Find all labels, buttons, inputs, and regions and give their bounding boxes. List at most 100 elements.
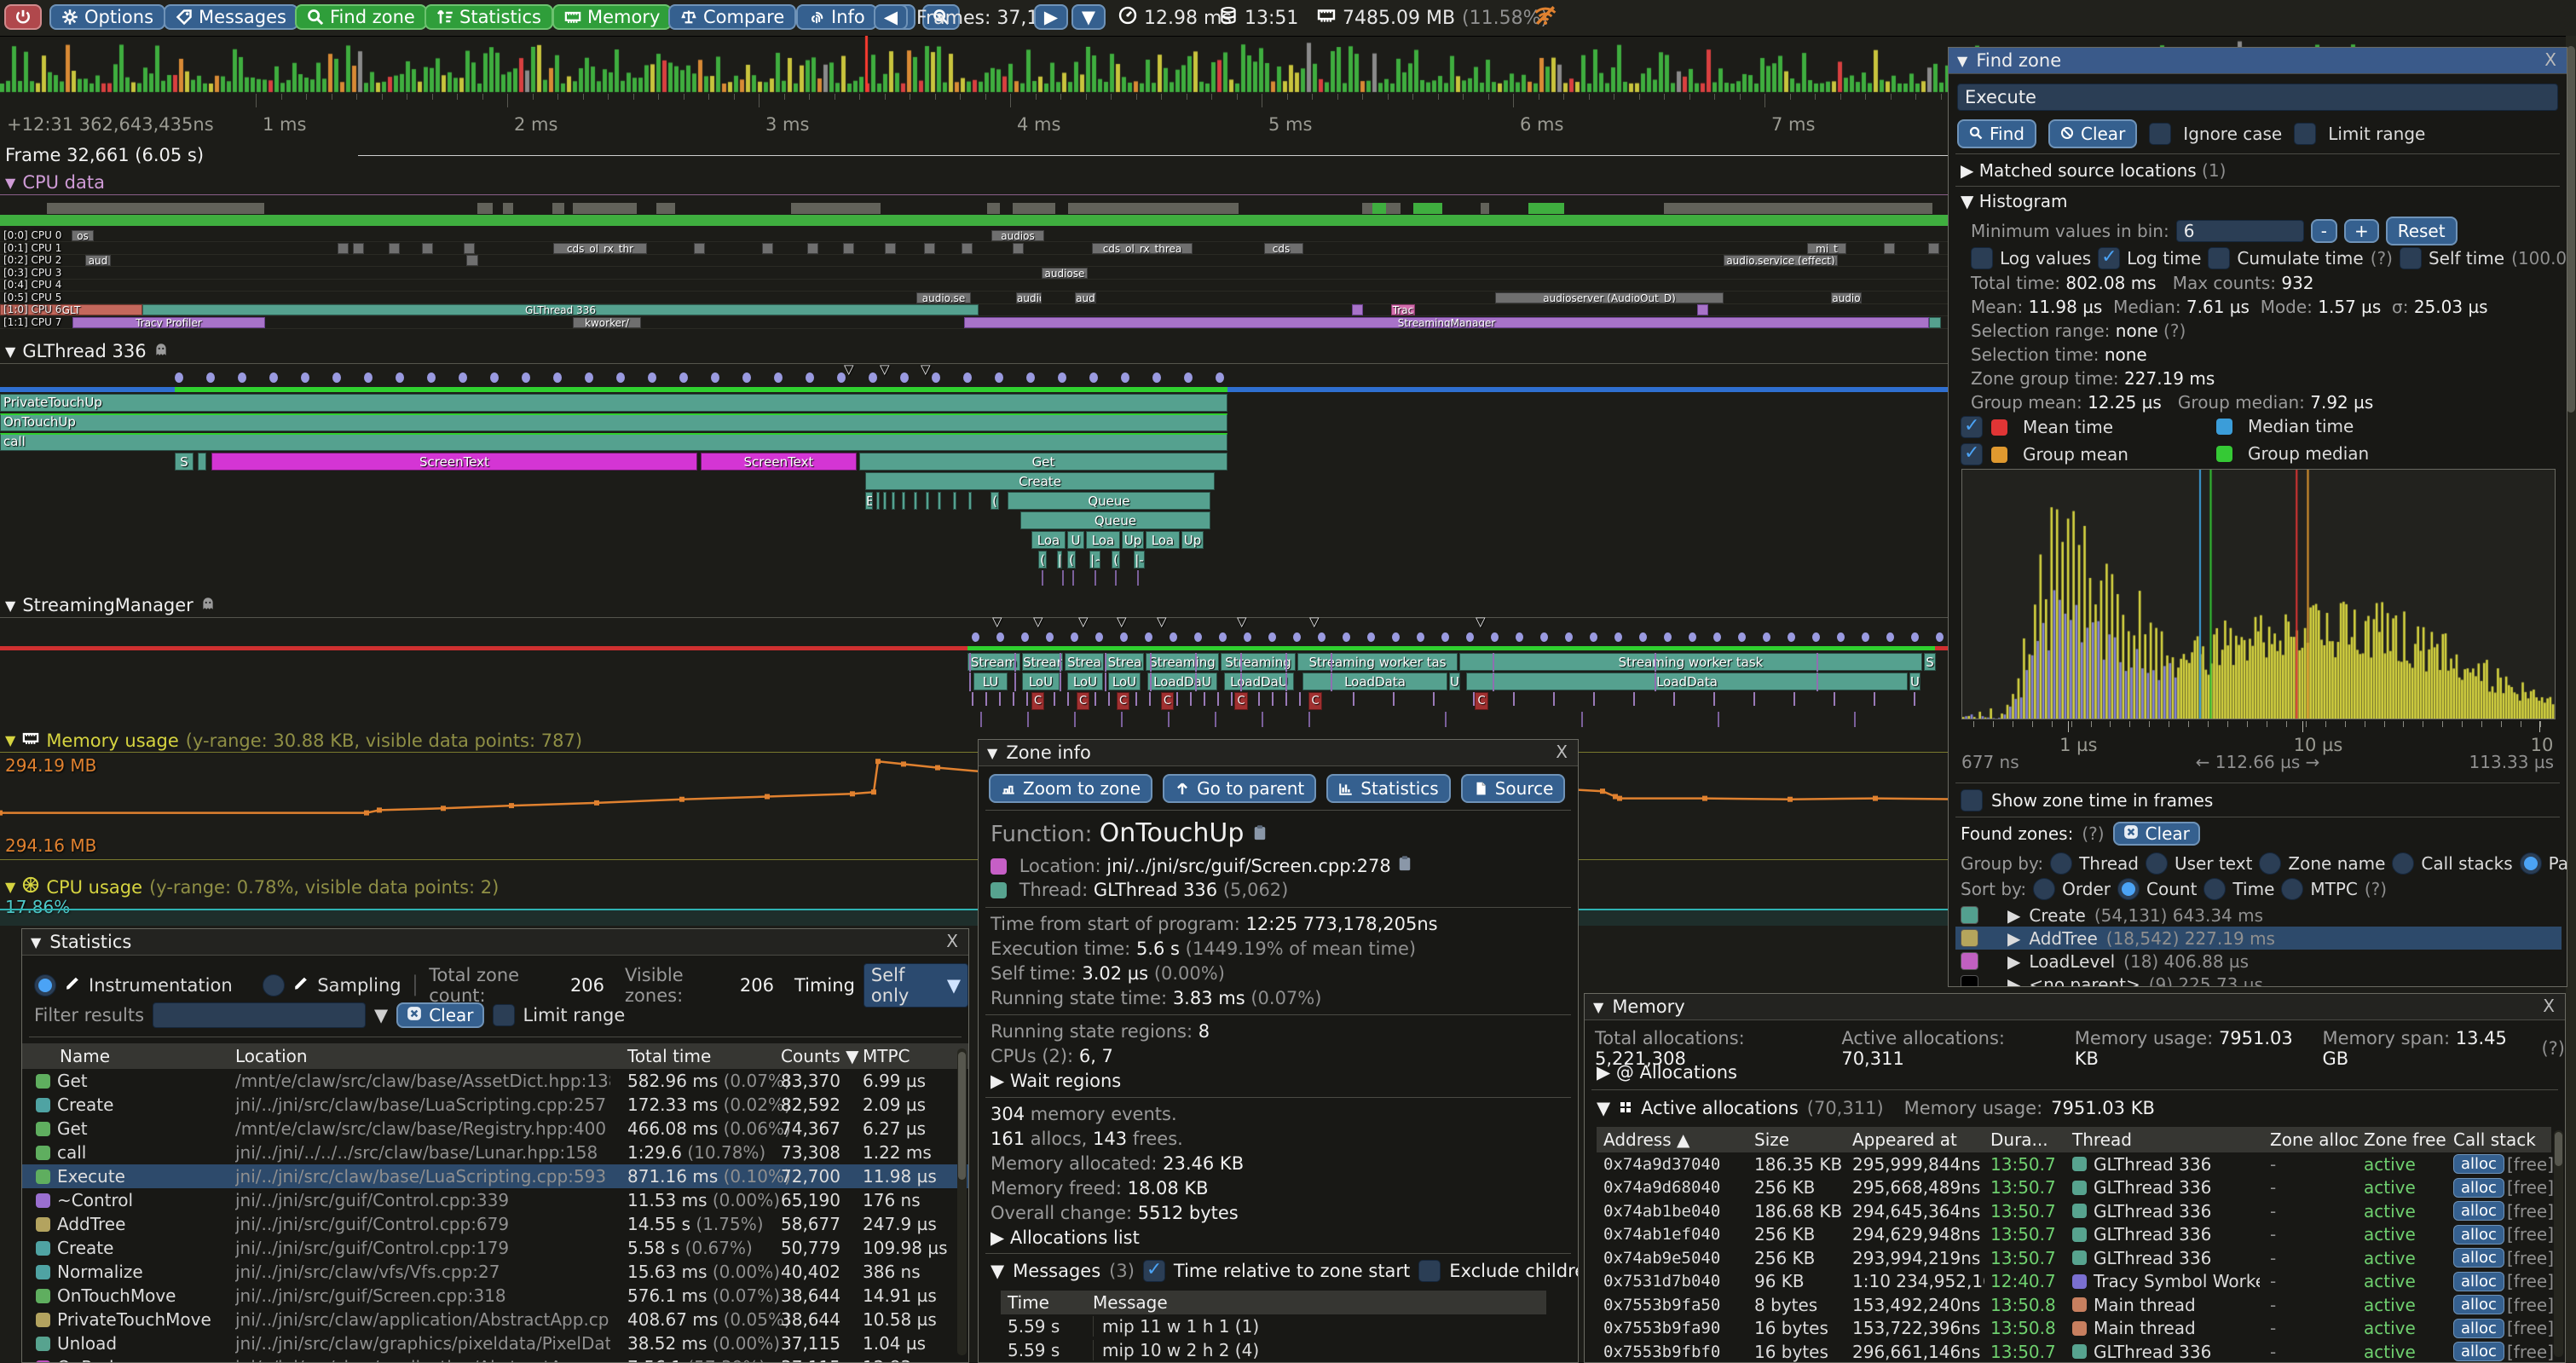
sample-dot[interactable] — [1318, 632, 1326, 642]
sample-dot[interactable] — [1664, 632, 1672, 642]
found-zone-row[interactable]: ▶AddTree(18,542) 227.19 ms — [1955, 927, 2562, 950]
statistics-row[interactable]: Get/mnt/e/claw/src/claw/base/Registry.hp… — [22, 1117, 969, 1141]
sample-dot[interactable] — [1046, 632, 1054, 642]
groupby-thread-radio[interactable] — [2050, 852, 2072, 875]
allocation-row[interactable]: 0x74ab1ef040256 KB294,629,948ns13:50.7GL… — [1597, 1223, 2551, 1247]
sample-dot[interactable] — [459, 373, 467, 383]
allocation-row[interactable]: 0x74ab9e5040256 KB293,994,219ns13:50.7GL… — [1597, 1246, 2551, 1270]
collapse-button[interactable]: ▼ — [1071, 4, 1106, 30]
message-row[interactable]: 5.59 smip 10 w 2 h 2 (4) — [1001, 1338, 1546, 1362]
clipboard-icon[interactable] — [1251, 822, 1268, 847]
cpu-usage-header[interactable]: ▼ CPU usage (y-range: 0.78%, visible dat… — [5, 876, 499, 898]
zone-bar[interactable]: C — [1117, 692, 1129, 710]
cpu-zone[interactable]: kworker/ — [573, 317, 641, 328]
sample-dot[interactable] — [1268, 632, 1276, 642]
sample-dot[interactable] — [1639, 632, 1647, 642]
message-marker[interactable]: ▽ — [1117, 614, 1127, 629]
zone-bar[interactable]: S — [1924, 653, 1936, 671]
time-relative-checkbox[interactable] — [1143, 1260, 1165, 1282]
clipboard-icon[interactable] — [1396, 856, 1413, 876]
memory-table-header[interactable]: Address ▲SizeAppeared atDura...ThreadZon… — [1597, 1127, 2551, 1152]
found-zone-row[interactable]: ▶Create(54,131) 643.34 ms — [1955, 904, 2562, 927]
allocation-row[interactable]: 0x74a9d37040186.35 KB295,999,844ns13:50.… — [1597, 1152, 2551, 1176]
zone-bar[interactable]: Strea — [1065, 653, 1104, 671]
sample-dot[interactable] — [1194, 632, 1202, 642]
zone-bar[interactable]: U — [1449, 673, 1460, 690]
limit-range-checkbox[interactable] — [493, 1004, 515, 1026]
sample-dot[interactable] — [806, 373, 814, 383]
alloc-callstack-button[interactable]: alloc — [2453, 1342, 2504, 1361]
found-zone-row[interactable]: ▶LoadLevel(18) 406.88 µs — [1955, 950, 2562, 973]
cpu-zone[interactable] — [389, 243, 400, 254]
sample-dot[interactable] — [1121, 373, 1129, 383]
sample-dot[interactable] — [1145, 632, 1152, 642]
sample-dot[interactable] — [1216, 373, 1224, 383]
statistics-row[interactable]: AddTreejni/../jni/src/guif/Control.cpp:6… — [22, 1212, 969, 1236]
sample-dot[interactable] — [1219, 632, 1227, 642]
sample-dot[interactable] — [1614, 632, 1622, 642]
zone-bar[interactable]: Up — [1181, 531, 1204, 549]
sample-dot[interactable] — [1466, 632, 1474, 642]
zone-bar[interactable]: LoU — [1022, 673, 1060, 690]
sample-dot[interactable] — [1590, 632, 1597, 642]
statistics-panel-header[interactable]: ▼Statistics X — [22, 929, 968, 956]
zone-bar[interactable]: LoadDaU — [1147, 673, 1217, 690]
sample-dot[interactable] — [932, 373, 940, 383]
sample-dot[interactable] — [1343, 632, 1350, 642]
zone-bar[interactable]: LoadData — [1302, 673, 1447, 690]
sample-dot[interactable] — [1120, 632, 1128, 642]
zone-bar[interactable]: Loa — [1146, 531, 1180, 549]
statistics-row[interactable]: Executejni/../jni/src/claw/base/LuaScrip… — [22, 1164, 969, 1188]
cpu-zone[interactable] — [338, 243, 349, 254]
zone-bar[interactable]: Up — [1122, 531, 1144, 549]
sample-dot[interactable] — [996, 632, 1004, 642]
zone-bar[interactable]: ( — [1112, 551, 1120, 569]
sample-dot[interactable] — [963, 373, 972, 383]
sample-dot[interactable] — [837, 373, 846, 383]
cpu-zone[interactable]: GLThread 336 — [142, 304, 979, 315]
zone-bar[interactable]: ( — [1038, 551, 1047, 569]
zone-bar[interactable]: LoU — [1067, 673, 1103, 690]
find-zone-histogram[interactable] — [1961, 469, 2556, 719]
compare-button[interactable]: Compare — [668, 4, 796, 30]
self-time-checkbox[interactable] — [2400, 247, 2422, 269]
sample-dot[interactable] — [238, 373, 246, 383]
find-zone-search-input[interactable] — [1957, 84, 2558, 111]
cpu-zone[interactable]: cds_ol_rx_thr — [553, 243, 647, 254]
sample-dot[interactable] — [1392, 632, 1400, 642]
zone-bar[interactable]: ( — [1067, 551, 1076, 569]
statistics-scrollbar[interactable] — [957, 1048, 967, 1355]
allocation-row[interactable]: 0x7531d7b04096 KB1:10 234,952,16112:40.7… — [1597, 1270, 2551, 1294]
cpu-zone[interactable]: audio.se — [916, 292, 971, 303]
allocation-row[interactable]: 0x7553b9fa9016 bytes153,722,396ns13:50.8… — [1597, 1317, 2551, 1341]
cpu-zone[interactable]: audios — [991, 230, 1044, 241]
zone-bar[interactable]: Stream — [967, 653, 1020, 671]
sample-dot[interactable] — [1540, 632, 1548, 642]
sample-dot[interactable] — [1812, 632, 1820, 642]
log-time-checkbox[interactable] — [2098, 247, 2120, 269]
close-icon[interactable]: X — [946, 931, 958, 951]
cpu-zone[interactable] — [464, 243, 475, 254]
wait-regions-toggle[interactable]: ▶ Wait regions — [991, 1071, 1121, 1091]
zone-bar[interactable]: Create — [865, 472, 1215, 490]
zone-bar[interactable]: U — [1909, 673, 1920, 690]
next-frame-button[interactable]: ▶ — [1034, 4, 1068, 30]
statistics-row[interactable]: ~Controljni/../jni/src/guif/Control.cpp:… — [22, 1188, 969, 1212]
sample-dot[interactable] — [585, 373, 593, 383]
message-marker[interactable]: ▽ — [1237, 614, 1247, 629]
alloc-callstack-button[interactable]: alloc — [2453, 1248, 2504, 1268]
cpu-zone[interactable] — [1928, 243, 1939, 254]
statistics-row[interactable]: Get/mnt/e/claw/src/claw/base/AssetDict.h… — [22, 1069, 969, 1093]
cpu-zone[interactable] — [1352, 304, 1363, 315]
clear-button[interactable]: Clear — [2048, 119, 2137, 148]
zone-bar[interactable] — [968, 492, 972, 510]
sampling-radio[interactable] — [263, 974, 285, 996]
cpu-zone[interactable]: Tracy Profiler — [72, 317, 265, 328]
sample-dot[interactable] — [1837, 632, 1845, 642]
statistics-table-header[interactable]: NameLocationTotal timeCounts ▼MTPC — [22, 1043, 969, 1069]
sample-dot[interactable] — [1026, 373, 1035, 383]
alloc-callstack-button[interactable]: alloc — [2453, 1201, 2504, 1221]
cumulate-time-checkbox[interactable] — [2208, 247, 2230, 269]
sample-dot[interactable] — [1886, 632, 1894, 642]
histogram-toggle[interactable]: ▼ Histogram — [1961, 191, 2068, 211]
